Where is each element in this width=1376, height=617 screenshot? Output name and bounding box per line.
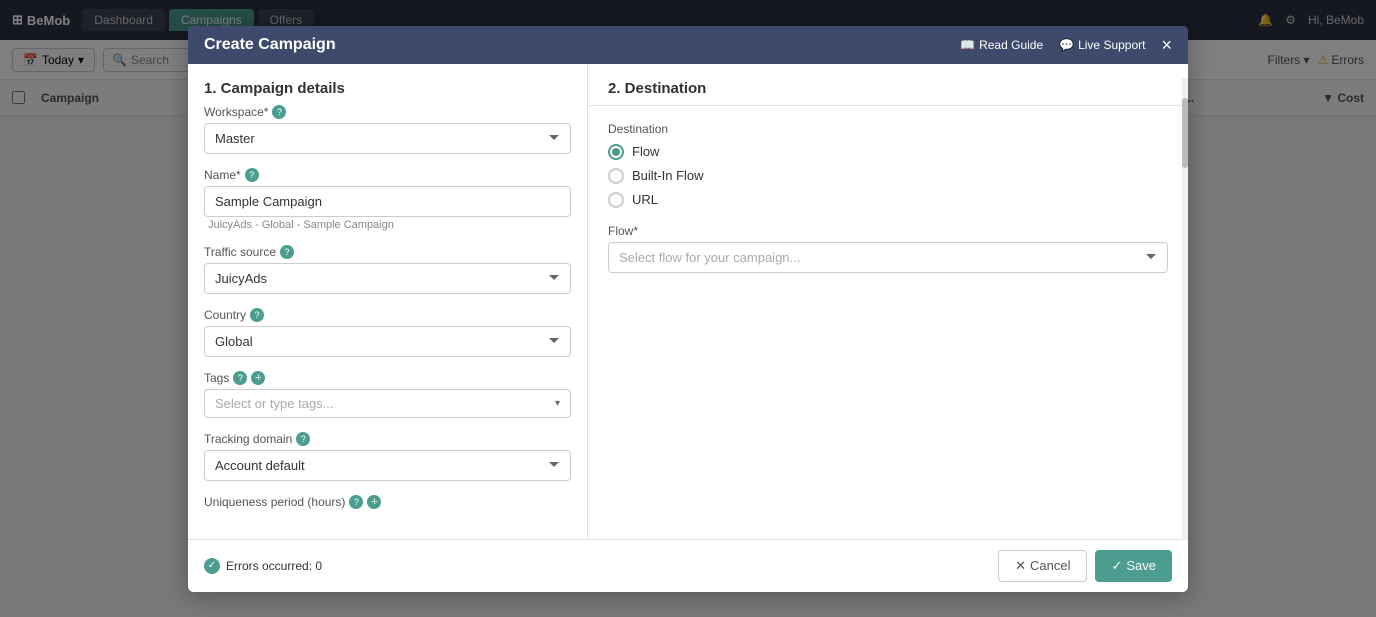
- read-guide-button[interactable]: 📖 Read Guide: [960, 38, 1043, 52]
- section2-title: 2. Destination: [588, 64, 1188, 106]
- workspace-group: Workspace* ? Master: [204, 105, 571, 154]
- country-label: Country ?: [204, 308, 571, 322]
- tracking-domain-help-icon[interactable]: ?: [296, 432, 310, 446]
- uniqueness-label-text: Uniqueness period (hours): [204, 495, 345, 509]
- workspace-label-text: Workspace*: [204, 105, 268, 119]
- traffic-source-select-wrapper: JuicyAds: [204, 263, 571, 294]
- errors-check-icon: ✓: [204, 558, 220, 574]
- campaign-details-panel: 1. Campaign details Workspace* ? Master: [188, 64, 588, 539]
- tags-label: Tags ? +: [204, 371, 571, 385]
- campaign-details-scroll[interactable]: Workspace* ? Master Name* ?: [188, 105, 587, 539]
- save-label: Save: [1126, 558, 1156, 573]
- workspace-help-icon[interactable]: ?: [272, 105, 286, 119]
- name-hint: JuicyAds - Global - Sample Campaign: [204, 219, 571, 231]
- traffic-source-label-text: Traffic source: [204, 245, 276, 259]
- tags-placeholder: Select or type tags...: [215, 396, 334, 411]
- errors-badge: ✓ Errors occurred: 0: [204, 558, 322, 574]
- errors-label: Errors occurred: 0: [226, 559, 322, 573]
- live-support-button[interactable]: 💬 Live Support: [1059, 38, 1145, 52]
- chat-icon: 💬: [1059, 38, 1074, 52]
- modal-body: 1. Campaign details Workspace* ? Master: [188, 64, 1188, 539]
- flow-label-text: Flow*: [608, 224, 638, 238]
- name-group: Name* ? JuicyAds - Global - Sample Campa…: [204, 168, 571, 231]
- uniqueness-group: Uniqueness period (hours) ? +: [204, 495, 571, 509]
- flow-label: Flow*: [608, 224, 1168, 238]
- country-label-text: Country: [204, 308, 246, 322]
- workspace-select[interactable]: Master: [204, 123, 571, 154]
- radio-flow-circle: [608, 144, 624, 160]
- save-check-icon: ✓: [1111, 558, 1122, 574]
- tracking-domain-label-text: Tracking domain: [204, 432, 292, 446]
- modal-footer: ✓ Errors occurred: 0 ✕ Cancel ✓ Save: [188, 539, 1188, 592]
- destination-label: Destination: [608, 122, 1168, 136]
- cancel-x-icon: ✕: [1015, 558, 1026, 574]
- section1-title: 1. Campaign details: [188, 64, 587, 105]
- tags-input[interactable]: Select or type tags... ▾: [204, 389, 571, 418]
- radio-flow[interactable]: Flow: [608, 144, 1168, 160]
- cancel-label: Cancel: [1030, 558, 1070, 573]
- radio-builtin-label: Built-In Flow: [632, 168, 704, 183]
- modal-header: Create Campaign 📖 Read Guide 💬 Live Supp…: [188, 26, 1188, 64]
- footer-buttons: ✕ Cancel ✓ Save: [998, 550, 1172, 582]
- country-select-wrapper: Global: [204, 326, 571, 357]
- modal-close-button[interactable]: ×: [1161, 36, 1172, 54]
- destination-radio-group: Flow Built-In Flow URL: [608, 144, 1168, 208]
- radio-builtin-flow[interactable]: Built-In Flow: [608, 168, 1168, 184]
- tracking-domain-group: Tracking domain ? Account default: [204, 432, 571, 481]
- uniqueness-help-icon[interactable]: ?: [349, 495, 363, 509]
- traffic-source-select[interactable]: JuicyAds: [204, 263, 571, 294]
- traffic-source-group: Traffic source ? JuicyAds: [204, 245, 571, 294]
- tags-label-text: Tags: [204, 371, 229, 385]
- country-help-icon[interactable]: ?: [250, 308, 264, 322]
- flow-select[interactable]: Select flow for your campaign...: [608, 242, 1168, 273]
- workspace-select-wrapper: Master: [204, 123, 571, 154]
- tracking-domain-select[interactable]: Account default: [204, 450, 571, 481]
- cancel-button[interactable]: ✕ Cancel: [998, 550, 1087, 582]
- tracking-domain-select-wrapper: Account default: [204, 450, 571, 481]
- save-button[interactable]: ✓ Save: [1095, 550, 1172, 582]
- uniqueness-label: Uniqueness period (hours) ? +: [204, 495, 571, 509]
- name-label: Name* ?: [204, 168, 571, 182]
- name-label-text: Name*: [204, 168, 241, 182]
- traffic-source-label: Traffic source ?: [204, 245, 571, 259]
- radio-url-label: URL: [632, 192, 658, 207]
- radio-url[interactable]: URL: [608, 192, 1168, 208]
- uniqueness-add-icon[interactable]: +: [367, 495, 381, 509]
- tags-chevron-icon: ▾: [555, 398, 560, 409]
- tags-add-icon[interactable]: +: [251, 371, 265, 385]
- modal-title: Create Campaign: [204, 36, 336, 54]
- support-label: Live Support: [1078, 38, 1145, 52]
- radio-url-circle: [608, 192, 624, 208]
- modal-header-actions: 📖 Read Guide 💬 Live Support ×: [960, 36, 1172, 54]
- workspace-label: Workspace* ?: [204, 105, 571, 119]
- radio-flow-label: Flow: [632, 144, 659, 159]
- country-select[interactable]: Global: [204, 326, 571, 357]
- country-group: Country ? Global: [204, 308, 571, 357]
- name-input[interactable]: [204, 186, 571, 217]
- book-icon: 📖: [960, 38, 975, 52]
- flow-select-wrapper: Select flow for your campaign...: [608, 242, 1168, 273]
- tags-help-icon[interactable]: ?: [233, 371, 247, 385]
- radio-builtin-circle: [608, 168, 624, 184]
- name-help-icon[interactable]: ?: [245, 168, 259, 182]
- create-campaign-modal: Create Campaign 📖 Read Guide 💬 Live Supp…: [188, 26, 1188, 592]
- traffic-source-help-icon[interactable]: ?: [280, 245, 294, 259]
- destination-panel: 2. Destination Destination Flow Built-In…: [588, 64, 1188, 539]
- tracking-domain-label: Tracking domain ?: [204, 432, 571, 446]
- guide-label: Read Guide: [979, 38, 1043, 52]
- tags-group: Tags ? + Select or type tags... ▾: [204, 371, 571, 418]
- destination-content: Destination Flow Built-In Flow URL: [588, 106, 1188, 539]
- flow-group: Flow* Select flow for your campaign...: [608, 224, 1168, 273]
